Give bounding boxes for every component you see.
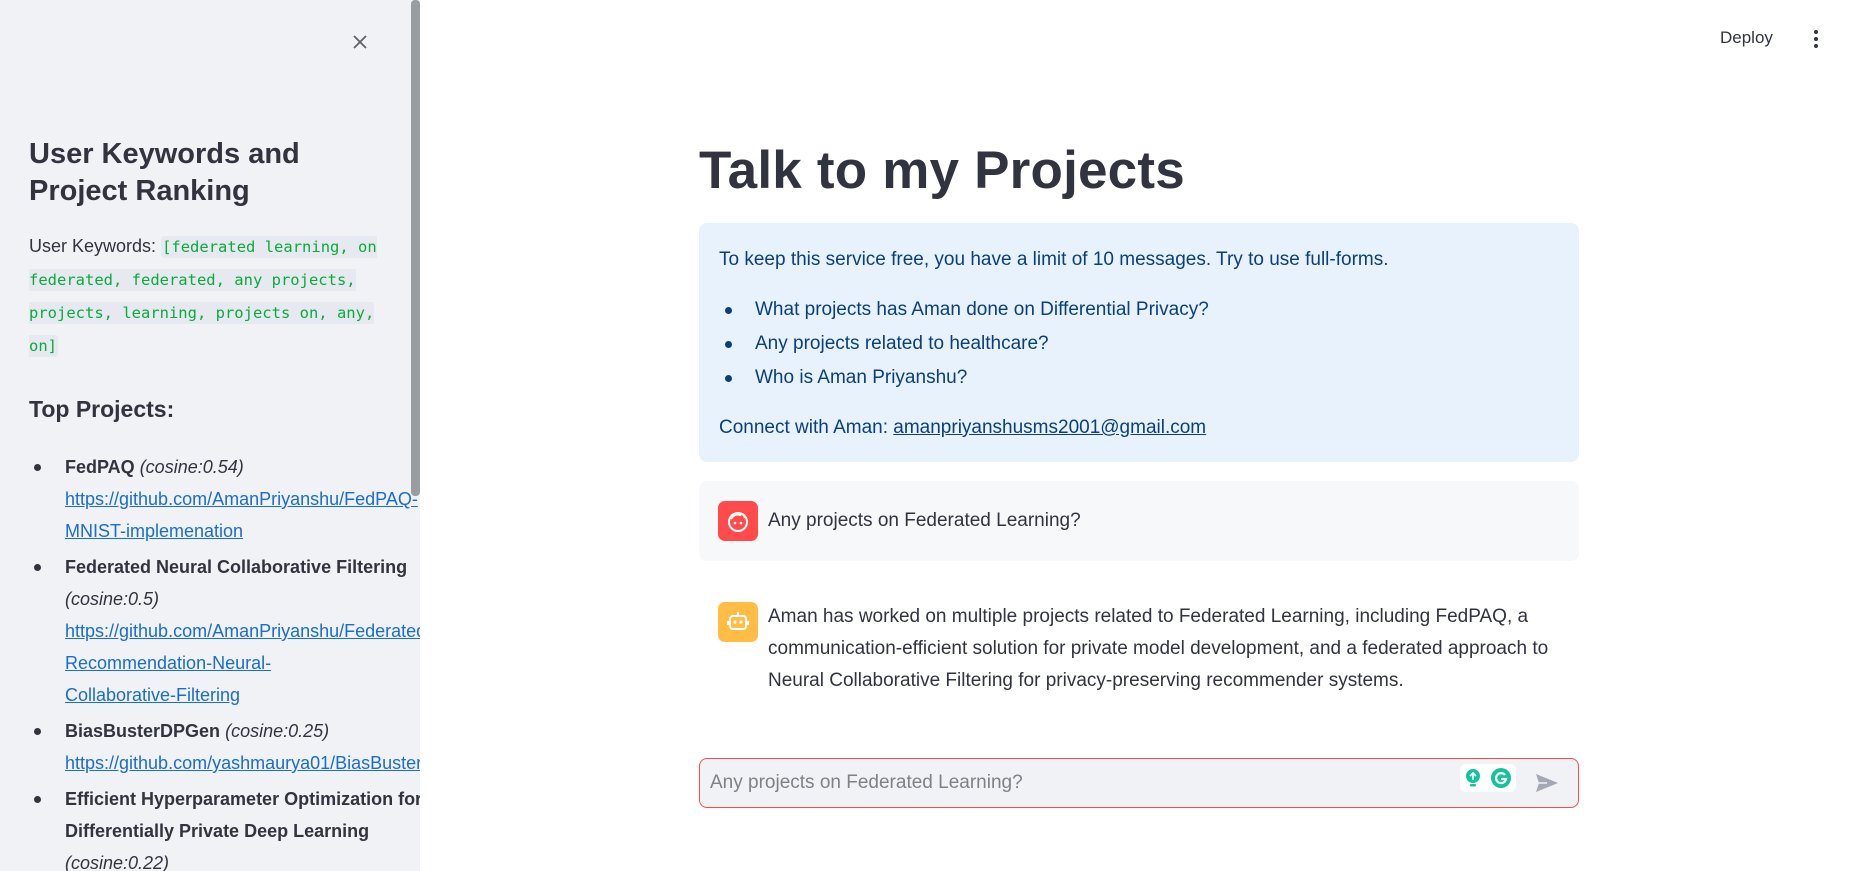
list-item: Any projects related to healthcare? (719, 327, 1559, 361)
project-cosine: (cosine:0.5) (65, 589, 160, 609)
project-link-line: https://github.com/AmanPriyanshu/FedPAQ- (65, 489, 418, 509)
more-vertical-icon (1814, 30, 1818, 34)
list-item: Federated Neural Collaborative Filtering… (29, 551, 420, 711)
list-item: FedPAQ (cosine:0.54) https://github.com/… (29, 451, 420, 547)
robot-icon (727, 612, 749, 630)
project-link-line: https://github.com/AmanPriyanshu/Federat… (65, 621, 420, 641)
list-item: Who is Aman Priyanshu? (719, 361, 1559, 395)
chat-input[interactable] (710, 759, 1410, 806)
project-link-line: Recommendation-Neural- (65, 653, 272, 673)
project-link-line: https://github.com/yashmaurya01/BiasBust… (65, 753, 420, 773)
project-name: BiasBusterDPGen (65, 721, 221, 741)
lightbulb-icon[interactable] (1464, 768, 1482, 788)
sidebar: User Keywords and Project Ranking User K… (0, 0, 420, 871)
assistant-message-text: Aman has worked on multiple projects rel… (768, 606, 1549, 691)
close-sidebar-button[interactable] (344, 26, 376, 58)
list-item: BiasBusterDPGen (cosine:0.25) https://gi… (29, 715, 420, 779)
send-button[interactable] (1532, 770, 1562, 796)
bullet (34, 464, 41, 471)
email-link[interactable]: amanpriyanshusms2001@gmail.com (893, 417, 1206, 438)
user-keywords: User Keywords: [federated learning, on f… (29, 230, 389, 362)
bullet (34, 728, 41, 735)
info-intro: To keep this service free, you have a li… (719, 249, 1389, 270)
project-link[interactable]: https://github.com/AmanPriyanshu/FedPAQ-… (65, 483, 420, 547)
bullet (34, 564, 41, 571)
user-message: Any projects on Federated Learning? (699, 481, 1579, 561)
assistant-message: Aman has worked on multiple projects rel… (699, 585, 1579, 705)
list-item: What projects has Aman done on Different… (719, 293, 1559, 327)
user-avatar (718, 501, 758, 541)
page-title: Talk to my Projects (699, 141, 1185, 200)
project-link[interactable]: https://github.com/yashmaurya01/BiasBust… (65, 747, 420, 779)
project-link[interactable]: https://github.com/AmanPriyanshu/Federat… (65, 615, 420, 711)
close-icon (353, 35, 367, 49)
example-question: Any projects related to healthcare? (755, 333, 1049, 354)
chat-input-container (699, 758, 1579, 808)
sidebar-scrollbar[interactable] (411, 0, 420, 496)
info-box: To keep this service free, you have a li… (699, 223, 1579, 462)
project-list: FedPAQ (cosine:0.54) https://github.com/… (29, 451, 420, 871)
assistant-avatar (718, 602, 758, 642)
send-icon (1536, 774, 1558, 792)
example-questions: What projects has Aman done on Different… (719, 293, 1559, 395)
main-menu-button[interactable] (1804, 26, 1828, 52)
example-question: What projects has Aman done on Different… (755, 299, 1209, 320)
project-cosine: (cosine:0.22) (65, 853, 170, 871)
project-link-line: Collaborative-Filtering (65, 685, 241, 705)
bullet (34, 796, 41, 803)
project-name: Federated Neural Collaborative Filtering (65, 557, 408, 577)
grammarly-icon[interactable] (1490, 767, 1512, 789)
project-name: FedPAQ (65, 457, 135, 477)
connect-label: Connect with Aman: (719, 417, 894, 438)
project-link-line: MNIST-implemenation (65, 521, 244, 541)
deploy-button[interactable]: Deploy (1720, 24, 1773, 52)
project-cosine: (cosine:0.54) (139, 457, 244, 477)
project-name: Efficient Hyperparameter Optimization fo… (65, 789, 420, 841)
connect-line: Connect with Aman: amanpriyanshusms2001@… (719, 413, 1559, 443)
user-message-text: Any projects on Federated Learning? (768, 510, 1081, 531)
user-face-icon (728, 512, 748, 532)
keywords-label: User Keywords: (29, 236, 157, 256)
example-question: Who is Aman Priyanshu? (755, 367, 968, 388)
sidebar-title: User Keywords and Project Ranking (29, 138, 300, 207)
list-item: Efficient Hyperparameter Optimization fo… (29, 783, 420, 871)
top-projects-title: Top Projects: (29, 396, 175, 422)
extension-icons (1460, 764, 1516, 792)
project-cosine: (cosine:0.25) (225, 721, 330, 741)
